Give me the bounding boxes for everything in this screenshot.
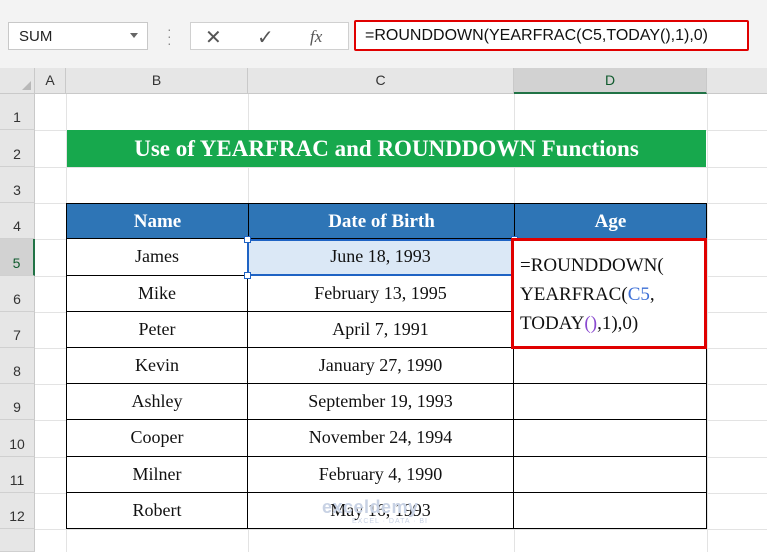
age-cell[interactable]	[514, 384, 707, 420]
editor-comma: ,	[649, 284, 655, 305]
gridline	[35, 167, 767, 168]
row-header-5[interactable]: 5	[0, 239, 35, 276]
dob-cell[interactable]: September 19, 1993	[248, 384, 514, 420]
select-all-icon	[22, 81, 31, 90]
name-cell[interactable]: Milner	[66, 457, 248, 493]
column-header-c[interactable]: C	[248, 68, 514, 94]
insert-function-button[interactable]: fx	[310, 27, 322, 47]
row-header-8[interactable]: 8	[0, 348, 35, 384]
formula-buttons: ✕ ✓ fx	[190, 22, 349, 50]
watermark-subtitle: EXCEL · DATA · BI	[352, 518, 428, 525]
yearfrac-fn: YEARFRAC(	[520, 284, 628, 305]
row-header-13[interactable]	[0, 529, 35, 552]
column-header-a[interactable]: A	[35, 68, 66, 94]
more-options-icon[interactable]: · · ·	[167, 22, 172, 50]
age-cell[interactable]	[514, 420, 707, 457]
row-header-6[interactable]: 6	[0, 276, 35, 312]
column-header-e[interactable]	[707, 68, 767, 94]
name-cell[interactable]: Ashley	[66, 384, 248, 420]
sheet-title-cell[interactable]: Use of YEARFRAC and ROUNDDOWN Functions	[67, 130, 706, 167]
formula-text: =ROUNDDOWN(YEARFRAC(C5,TODAY(),1),0)	[365, 27, 708, 44]
column-header-d[interactable]: D	[514, 68, 707, 94]
dob-cell[interactable]: January 27, 1990	[248, 348, 514, 384]
row-header-9[interactable]: 9	[0, 384, 35, 420]
today-fn: TODAY	[520, 313, 585, 334]
formula-input[interactable]: =ROUNDDOWN(YEARFRAC(C5,TODAY(),1),0)	[354, 20, 749, 51]
resize-handle[interactable]	[244, 272, 251, 279]
today-parens: ()	[584, 313, 598, 334]
cell-reference: C5	[627, 284, 650, 305]
cell-editor[interactable]: =ROUNDDOWN( YEARFRAC(C5, TODAY(),1),0)	[511, 238, 707, 349]
row-header-12[interactable]: 12	[0, 493, 35, 529]
editor-line-3: TODAY(),1),0)	[520, 313, 638, 335]
editor-line-2: YEARFRAC(C5,	[520, 284, 655, 306]
row-header-10[interactable]: 10	[0, 420, 35, 457]
name-cell[interactable]: Kevin	[66, 348, 248, 384]
dob-cell[interactable]: February 13, 1995	[248, 276, 514, 312]
watermark-logo: exceldemy	[322, 497, 419, 517]
age-cell[interactable]	[514, 457, 707, 493]
editor-line-3-end: ,1),0)	[597, 313, 639, 334]
select-all-button[interactable]	[0, 68, 35, 94]
name-cell[interactable]: Peter	[66, 312, 248, 348]
name-cell[interactable]: Cooper	[66, 420, 248, 457]
x-icon[interactable]: ✕	[205, 25, 222, 50]
sheet-title: Use of YEARFRAC and ROUNDDOWN Functions	[134, 136, 639, 161]
row-header-2[interactable]: 2	[0, 130, 35, 167]
gridline	[35, 529, 767, 530]
dob-cell[interactable]: June 18, 1993	[248, 239, 514, 276]
row-header-4[interactable]: 4	[0, 203, 35, 239]
editor-line-1: =ROUNDDOWN(	[520, 255, 664, 277]
formula-bar: SUM · · · ✕ ✓ fx =ROUNDDOWN(YEARFRAC(C5,TO…	[0, 0, 767, 68]
row-header-1[interactable]: 1	[0, 94, 35, 130]
header-name[interactable]: Name	[66, 203, 248, 239]
name-cell[interactable]: Robert	[66, 493, 248, 529]
chevron-down-icon[interactable]	[130, 33, 138, 38]
dob-cell[interactable]: April 7, 1991	[248, 312, 514, 348]
name-cell[interactable]: James	[66, 239, 248, 276]
row-header-11[interactable]: 11	[0, 457, 35, 493]
dob-cell[interactable]: February 4, 1990	[248, 457, 514, 493]
name-box-value: SUM	[19, 28, 53, 45]
row-header-7[interactable]: 7	[0, 312, 35, 348]
name-box[interactable]: SUM	[8, 22, 148, 50]
header-age[interactable]: Age	[514, 203, 707, 239]
age-cell[interactable]	[514, 348, 707, 384]
header-date-of-birth[interactable]: Date of Birth	[248, 203, 514, 239]
gridline	[707, 94, 708, 552]
age-cell[interactable]	[514, 493, 707, 529]
row-header-3[interactable]: 3	[0, 167, 35, 203]
name-cell[interactable]: Mike	[66, 276, 248, 312]
editor-line-1-text: =ROUNDDOWN(	[520, 255, 664, 276]
column-header-b[interactable]: B	[66, 68, 248, 94]
dob-cell[interactable]: November 24, 1994	[248, 420, 514, 457]
check-icon[interactable]: ✓	[257, 25, 274, 50]
resize-handle[interactable]	[244, 236, 251, 243]
